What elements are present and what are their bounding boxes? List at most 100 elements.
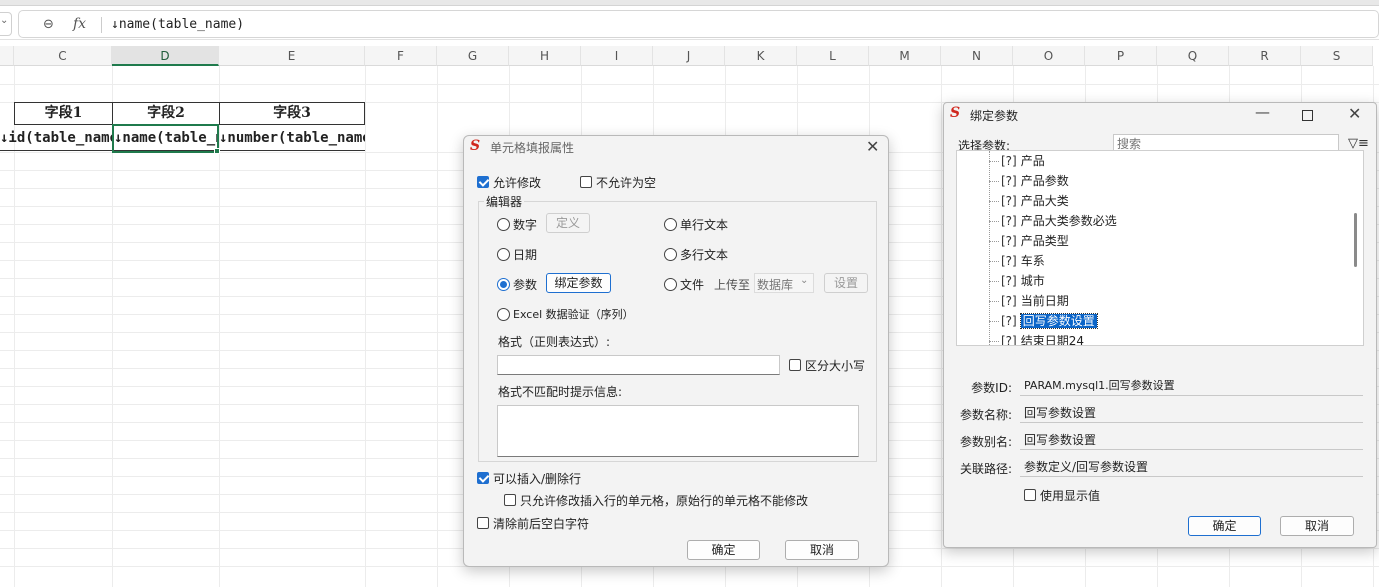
use-display-value-label: 使用显示值 [1040,489,1101,503]
file-settings-button[interactable]: 设置 [824,273,868,293]
tree-scrollbar[interactable] [1347,151,1363,345]
fill-handle[interactable] [214,148,220,154]
radio-excel-validation[interactable] [497,308,510,321]
col-header-n[interactable]: N [941,46,1013,66]
app-logo-icon: S [470,138,481,154]
col-header-j[interactable]: J [653,46,725,66]
formula-separator [101,17,102,33]
col-header-f[interactable]: F [365,46,437,66]
close-icon[interactable]: ✕ [866,137,879,156]
case-sensitive-checkbox[interactable] [789,359,801,371]
param-node-icon: [?] [1001,234,1017,248]
tree-connector [989,161,999,162]
header-cell-field3[interactable]: 字段3 [219,102,365,125]
col-header-e[interactable]: E [219,46,365,66]
case-sensitive-label: 区分大小写 [805,359,866,373]
trim-spaces-checkbox[interactable] [477,517,489,529]
bind-param-button[interactable]: 绑定参数 [546,273,611,293]
allow-insert-delete-checkbox[interactable] [477,472,489,484]
col-header-s[interactable]: S [1301,46,1373,66]
fx-icon[interactable]: fx [73,16,86,32]
param-node-icon: [?] [1001,154,1017,168]
tree-item[interactable]: [?] 当前日期 [1001,292,1069,310]
col-header-i[interactable]: I [581,46,653,66]
tree-item[interactable]: [?] 产品大类参数必选 [1001,212,1117,230]
param-node-icon: [?] [1001,334,1017,346]
tree-item[interactable]: [?] 产品大类 [1001,192,1069,210]
col-header-q[interactable]: Q [1157,46,1229,66]
define-button[interactable]: 定义 [546,213,590,233]
tree-item-selected[interactable]: [?] 回写参数设置 [1001,312,1098,330]
param-node-icon: [?] [1001,214,1017,228]
tree-connector [989,201,999,202]
col-header-m[interactable]: M [869,46,941,66]
formula-input[interactable]: ↓name(table_name) [111,17,244,32]
data-cell-id[interactable]: ↓id(table_name) [0,125,112,151]
only-insert-rows-label: 只允许修改插入行的单元格，原始行的单元格不能修改 [520,494,809,508]
tree-item[interactable]: [?] 城市 [1001,272,1045,290]
format-label: 格式（正则表达式）: [498,335,611,349]
col-header-c[interactable]: C [14,46,112,66]
dialog-title: 绑定参数 [970,109,1019,123]
radio-number-label: 数字 [513,218,538,232]
param-name-label: 参数名称: [959,408,1012,422]
radio-number[interactable] [497,218,510,231]
mismatch-message-input[interactable] [497,405,859,457]
cancel-button[interactable]: 取消 [1280,516,1354,536]
data-cell-number[interactable]: ↓number(table_name) [219,125,365,151]
param-tree[interactable]: [?] 产品 [?] 产品参数 [?] 产品大类 [?] 产品大类参数必选 [?] 产品类… [956,150,1364,346]
col-header-h[interactable]: H [509,46,581,66]
radio-file[interactable] [664,278,677,291]
only-insert-rows-checkbox[interactable] [504,494,516,506]
col-header-l[interactable]: L [797,46,869,66]
ok-button[interactable]: 确定 [687,540,760,560]
scrollbar-thumb[interactable] [1354,213,1357,267]
upload-target-select[interactable]: 数据库 ⌄ [754,273,814,293]
not-null-label: 不允许为空 [596,176,657,190]
param-node-icon: [?] [1001,194,1017,208]
tree-connector [989,241,999,242]
radio-single-text[interactable] [664,218,677,231]
header-cell-field1[interactable]: 字段1 [14,102,113,125]
tree-item[interactable]: [?] 产品类型 [1001,232,1069,250]
param-name-value: 回写参数设置 [1020,403,1363,423]
cancel-button[interactable]: 取消 [785,540,859,560]
close-icon[interactable]: ✕ [1348,104,1361,123]
radio-date[interactable] [497,248,510,261]
tree-item[interactable]: [?] 产品 [1001,152,1045,170]
allow-edit-label: 允许修改 [493,176,542,190]
allow-edit-checkbox[interactable] [477,176,489,188]
maximize-icon[interactable] [1302,110,1313,121]
ok-button[interactable]: 确定 [1188,516,1261,536]
regex-input[interactable] [497,355,780,375]
filter-icon[interactable]: ▽≡ [1348,136,1369,151]
app-logo-icon: S [950,105,961,121]
radio-param[interactable] [497,278,510,291]
grid-vline [941,66,942,587]
header-cell-field2[interactable]: 字段2 [112,102,220,125]
param-node-icon: [?] [1001,274,1017,288]
minimize-icon[interactable]: — [1255,103,1270,121]
not-null-checkbox[interactable] [580,176,592,188]
col-header-g[interactable]: G [437,46,509,66]
radio-file-label: 文件 [680,278,705,292]
namebox-dropdown[interactable]: ⌄ [0,12,12,36]
cell-fill-properties-dialog: S 单元格填报属性 ✕ 允许修改 不允许为空 编辑器 数字 定义 单行文本 日期… [463,135,889,567]
tree-item[interactable]: [?] 车系 [1001,252,1045,270]
path-label: 关联路径: [959,462,1012,476]
zoom-icon[interactable]: ⊖ [43,17,54,32]
col-header-stub [0,46,14,66]
editor-group-label: 编辑器 [484,193,525,210]
tree-item[interactable]: [?] 产品参数 [1001,172,1069,190]
chevron-down-icon: ⌄ [800,275,809,286]
col-header-d[interactable]: D [112,46,219,66]
use-display-value-checkbox[interactable] [1024,489,1036,501]
mismatch-label: 格式不匹配时提示信息: [498,385,623,399]
tree-item[interactable]: [?] 结束日期24 [1001,332,1084,346]
col-header-p[interactable]: P [1085,46,1157,66]
col-header-k[interactable]: K [725,46,797,66]
radio-date-label: 日期 [513,248,538,262]
col-header-o[interactable]: O [1013,46,1085,66]
radio-multi-text[interactable] [664,248,677,261]
col-header-r[interactable]: R [1229,46,1301,66]
